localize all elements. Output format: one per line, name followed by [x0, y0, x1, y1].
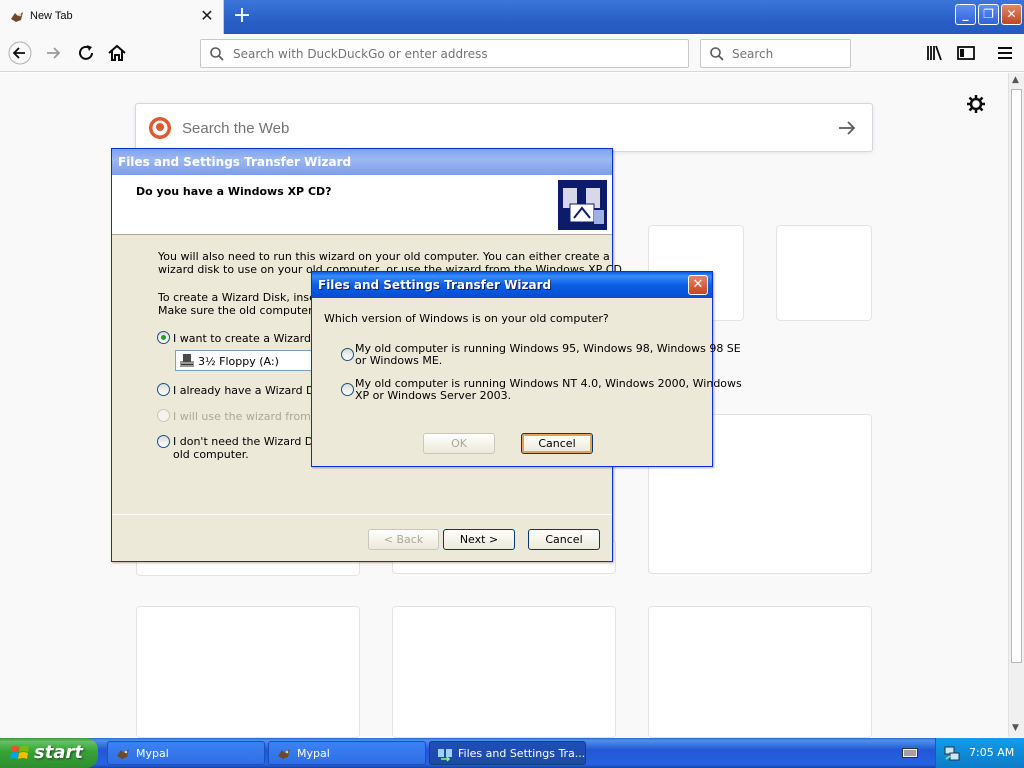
keyboard-icon[interactable]	[902, 746, 918, 760]
scroll-down-icon[interactable]: ▼	[1012, 723, 1019, 733]
arrow-right-icon[interactable]	[836, 118, 858, 138]
wizard-heading: Do you have a Windows XP CD?	[136, 185, 332, 198]
web-search-placeholder: Search the Web	[182, 120, 290, 137]
option-have-wizard-disk[interactable]: I already have a Wizard Disk.	[173, 384, 333, 397]
search-icon	[210, 47, 224, 61]
wizard-para1-line1: You will also need to run this wizard on…	[158, 250, 610, 263]
wizard-title: Files and Settings Transfer Wizard	[112, 149, 612, 175]
navigation-bar: Search with DuckDuckGo or enter address …	[0, 34, 1024, 72]
wizard-divider	[112, 514, 612, 515]
page-scrollbar[interactable]: ▲ ▼	[1008, 73, 1024, 737]
option-win9x-line2[interactable]: or Windows ME.	[355, 354, 442, 367]
top-site-tile[interactable]	[776, 225, 872, 321]
new-tab-button[interactable]: +	[230, 5, 254, 29]
option-no-wizard-disk-line2: old computer.	[173, 448, 249, 461]
forward-icon[interactable]	[41, 41, 65, 65]
taskbar: start Mypal Mypal Files and Settings Tra…	[0, 738, 1024, 768]
taskbar-item-mypal-2[interactable]: Mypal	[268, 741, 426, 765]
radio-no-wizard-disk[interactable]	[157, 435, 170, 448]
sidebar-icon[interactable]	[954, 41, 978, 65]
wizard-computers-icon	[558, 180, 607, 230]
menu-icon[interactable]	[993, 41, 1017, 65]
option-create-wizard-disk[interactable]: I want to create a Wizard Dis	[173, 332, 332, 345]
tab-title: New Tab	[30, 10, 73, 22]
ok-button[interactable]: OK	[423, 433, 495, 454]
clock: 7:05 AM	[969, 746, 1015, 759]
radio-use-cd	[157, 409, 170, 422]
taskbar-item-label: Files and Settings Tra...	[458, 747, 586, 760]
search-placeholder: Search	[732, 47, 774, 61]
wizard-para2-line1: To create a Wizard Disk, insert a	[158, 291, 335, 304]
transfer-wizard-icon	[438, 749, 452, 762]
network-icon[interactable]	[944, 745, 960, 761]
taskbar-item-transfer-wizard[interactable]: Files and Settings Tra...	[429, 741, 586, 765]
browser-titlebar: New Tab ✕ + _ ❐ ✕	[0, 0, 1024, 34]
taskbar-item-mypal-1[interactable]: Mypal	[107, 741, 265, 765]
mypal-logo-icon	[117, 749, 129, 759]
window-close-button[interactable]: ✕	[1001, 4, 1022, 25]
highlight-tile[interactable]	[136, 606, 360, 738]
option-no-wizard-disk-line1[interactable]: I don't need the Wizard Disk.	[173, 435, 332, 448]
radio-have-wizard-disk[interactable]	[157, 383, 170, 396]
home-icon[interactable]	[105, 41, 129, 65]
gear-icon[interactable]	[966, 94, 986, 114]
restore-button[interactable]: ❐	[978, 4, 999, 25]
drive-label: 3½ Floppy (A:)	[198, 355, 279, 368]
back-button[interactable]: < Back	[368, 529, 439, 550]
search-icon	[710, 47, 724, 61]
wizard-header: Do you have a Windows XP CD?	[112, 175, 612, 235]
windows-logo-icon	[10, 746, 29, 759]
tab-close-icon[interactable]: ✕	[198, 7, 216, 25]
radio-win9x[interactable]	[341, 348, 354, 361]
floppy-drive-icon	[180, 354, 194, 367]
taskbar-item-label: Mypal	[297, 747, 330, 760]
start-button[interactable]: start	[0, 738, 98, 768]
highlight-tile[interactable]	[392, 606, 616, 738]
cancel-button[interactable]: Cancel	[528, 529, 600, 550]
start-label: start	[34, 742, 83, 763]
search-bar[interactable]: Search	[700, 39, 851, 68]
dialog-question: Which version of Windows is on your old …	[324, 312, 609, 325]
highlight-tile[interactable]	[648, 606, 872, 738]
back-icon[interactable]	[8, 41, 32, 65]
tab-new-tab[interactable]: New Tab ✕	[0, 0, 224, 34]
dialog-close-button[interactable]: ✕	[688, 275, 708, 295]
scroll-up-icon[interactable]: ▲	[1012, 75, 1019, 85]
taskbar-item-label: Mypal	[136, 747, 169, 760]
dialog-title: Files and Settings Transfer Wizard	[312, 272, 712, 298]
radio-create-wizard-disk[interactable]	[157, 331, 170, 344]
wizard-para2-line2: Make sure the old computer has	[158, 304, 336, 317]
library-icon[interactable]	[922, 41, 946, 65]
dialog-cancel-button[interactable]: Cancel	[521, 433, 593, 454]
web-search-box[interactable]: Search the Web	[135, 103, 873, 152]
windows-version-dialog: Files and Settings Transfer Wizard ✕ Whi…	[311, 271, 742, 467]
radio-winnt[interactable]	[341, 383, 354, 396]
option-winnt-line2[interactable]: XP or Windows Server 2003.	[355, 389, 511, 402]
mypal-logo-icon	[278, 749, 290, 759]
system-tray: 7:05 AM	[935, 738, 1024, 768]
scrollbar-thumb[interactable]	[1011, 89, 1022, 663]
reload-icon[interactable]	[74, 41, 98, 65]
address-bar[interactable]: Search with DuckDuckGo or enter address	[200, 39, 689, 68]
mypal-logo-icon	[11, 12, 23, 22]
drive-select[interactable]: 3½ Floppy (A:)	[175, 350, 315, 371]
duckduckgo-icon	[149, 117, 171, 139]
minimize-button[interactable]: _	[955, 4, 976, 25]
address-placeholder: Search with DuckDuckGo or enter address	[233, 47, 488, 61]
next-button[interactable]: Next >	[443, 529, 515, 550]
